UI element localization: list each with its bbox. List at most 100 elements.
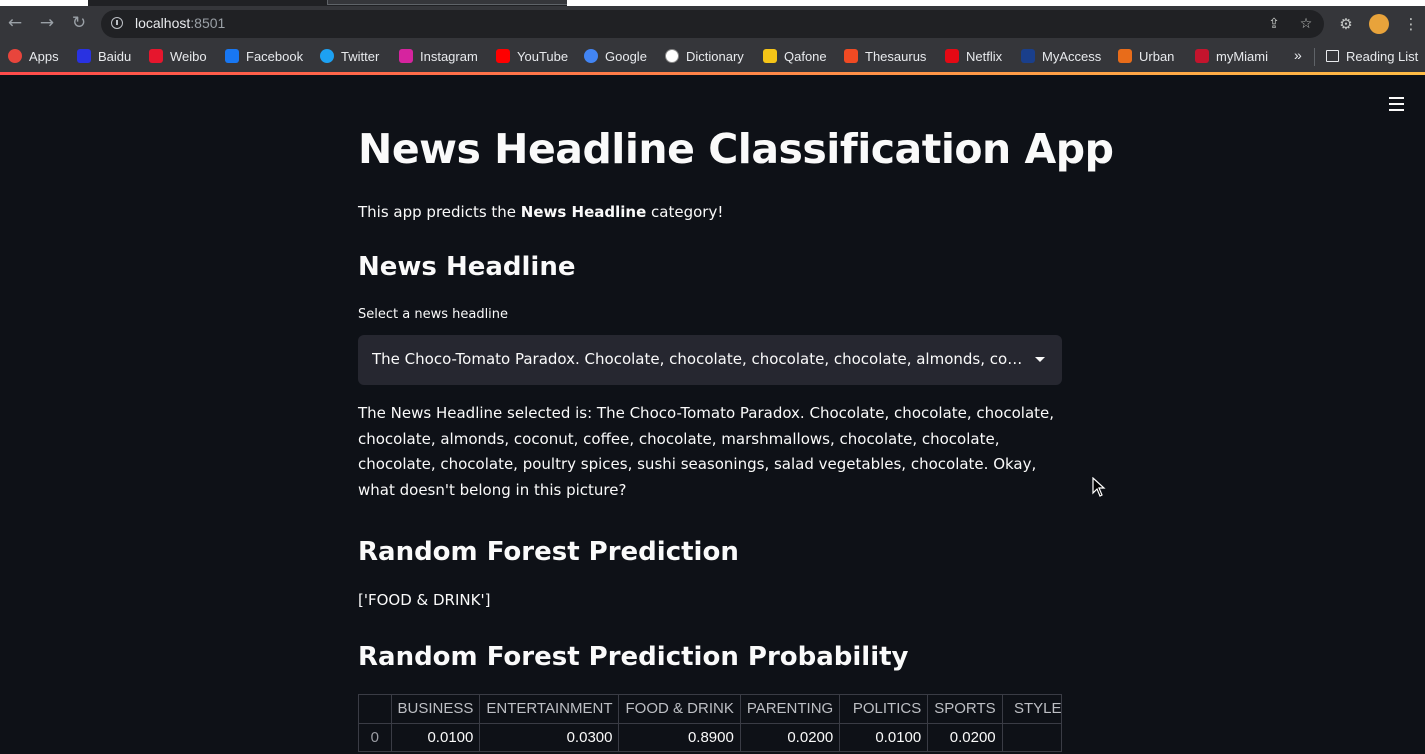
thesaurus-icon: [844, 49, 858, 63]
selected-headline-text: The News Headline selected is: The Choco…: [358, 404, 1055, 499]
url-port: :8501: [190, 15, 226, 31]
table-header-cell[interactable]: BUSINESS: [391, 695, 481, 724]
table-header-cell[interactable]: FOOD & DRINK: [618, 695, 741, 724]
browser-toolbar: ← → ↻ localhost:8501 ⇪ ☆ ⚙ ⋮: [0, 6, 1425, 42]
section-heading-probability: Random Forest Prediction Probability: [358, 642, 909, 672]
bookmark-baidu[interactable]: Baidu: [77, 42, 131, 70]
url-host: localhost: [135, 15, 191, 31]
bookmark-youtube[interactable]: YouTube: [496, 42, 568, 70]
weibo-icon: [149, 49, 163, 63]
probability-table[interactable]: BUSINESS ENTERTAINMENT FOOD & DRINK PARENTI…: [358, 694, 1062, 752]
bookmark-star-icon[interactable]: ☆: [1297, 15, 1315, 33]
netflix-icon: [945, 49, 959, 63]
bookmark-label: MyAccess: [1042, 48, 1102, 64]
forward-icon[interactable]: →: [36, 12, 58, 34]
bookmark-label: Dictionary: [686, 48, 744, 64]
bookmark-label: Twitter: [341, 48, 380, 64]
bookmark-label: Apps: [29, 48, 59, 64]
bookmark-label: Baidu: [98, 48, 132, 64]
urban-icon: [1118, 49, 1132, 63]
bookmark-google[interactable]: Google: [584, 42, 647, 70]
row-index-cell[interactable]: 0: [359, 723, 392, 751]
table-cell[interactable]: 0.8900: [618, 723, 741, 751]
reload-icon[interactable]: ↻: [68, 12, 90, 34]
headline-select-value: The Choco-Tomato Paradox. Chocolate, cho…: [372, 350, 1024, 368]
baidu-icon: [77, 49, 91, 63]
table-row: 0 0.0100 0.0300 0.8900 0.0200 0.0100 0.0200: [359, 723, 1061, 751]
url-text: localhost:8501: [135, 15, 225, 31]
bookmark-dictionary[interactable]: Dictionary: [665, 42, 744, 70]
table-header-cell[interactable]: SPORTS: [927, 695, 1003, 724]
dictionary-icon: [665, 49, 679, 63]
bookmark-urban[interactable]: Urban: [1118, 42, 1174, 70]
youtube-icon: [496, 49, 510, 63]
table-cell[interactable]: 0.0200: [927, 723, 1003, 751]
bookmark-instagram[interactable]: Instagram: [399, 42, 478, 70]
back-icon[interactable]: ←: [4, 12, 26, 34]
bookmark-weibo[interactable]: Weibo: [149, 42, 207, 70]
google-icon: [584, 49, 598, 63]
bookmark-label: Google: [605, 48, 647, 64]
table-header-cell[interactable]: POLITICS: [839, 695, 929, 724]
bookmark-label: myMiami: [1216, 48, 1268, 64]
section-heading-news-headline: News Headline: [358, 252, 576, 282]
bookmarks-bar: » Reading List Apps Baidu Weibo Facebook Twi…: [0, 42, 1425, 72]
select-label: Select a news headline: [358, 307, 509, 322]
table-header-cell[interactable]: PARENTING: [740, 695, 841, 724]
bookmark-facebook[interactable]: Facebook: [225, 42, 303, 70]
reading-list-label: Reading List: [1346, 48, 1419, 64]
table-cell[interactable]: [1002, 723, 1061, 751]
desc-suffix: category!: [646, 203, 724, 221]
table-header-cell[interactable]: STYLE &: [1002, 695, 1061, 724]
profile-avatar[interactable]: [1369, 14, 1389, 34]
bookmarks-overflow-icon[interactable]: »: [1294, 47, 1302, 63]
table-header-cell[interactable]: [359, 695, 392, 724]
extensions-puzzle-icon[interactable]: ⚙: [1336, 14, 1356, 34]
bookmark-label: Netflix: [966, 48, 1003, 64]
tab-active[interactable]: [327, 0, 569, 5]
headline-select[interactable]: The Choco-Tomato Paradox. Chocolate, cho…: [358, 335, 1062, 385]
desc-prefix: This app predicts the: [358, 203, 521, 221]
section-heading-prediction: Random Forest Prediction: [358, 537, 739, 567]
bookmark-label: Weibo: [170, 48, 207, 64]
instagram-icon: [399, 49, 413, 63]
site-info-icon[interactable]: [111, 17, 123, 29]
bookmarks-divider: [1314, 48, 1315, 66]
apps-grid-icon: [8, 49, 22, 63]
app-viewport: News Headline Classification App This ap…: [0, 75, 1425, 754]
share-icon[interactable]: ⇪: [1265, 15, 1283, 33]
chevron-down-icon[interactable]: [1035, 357, 1045, 362]
reading-list-button[interactable]: Reading List: [1326, 42, 1418, 70]
bookmark-thesaurus[interactable]: Thesaurus: [844, 42, 926, 70]
bookmark-netflix[interactable]: Netflix: [945, 42, 1002, 70]
bookmark-twitter[interactable]: Twitter: [320, 42, 379, 70]
mymiami-icon: [1195, 49, 1209, 63]
address-bar[interactable]: localhost:8501 ⇪ ☆: [101, 10, 1324, 38]
bookmark-mymiami[interactable]: myMiami: [1195, 42, 1268, 70]
prediction-result: ['FOOD & DRINK']: [358, 591, 491, 609]
bookmark-apps[interactable]: Apps: [8, 42, 59, 70]
bookmark-label: Qafone: [784, 48, 827, 64]
bookmark-label: Thesaurus: [865, 48, 927, 64]
bookmark-myaccess[interactable]: MyAccess: [1021, 42, 1101, 70]
bookmark-label: Urban: [1139, 48, 1175, 64]
facebook-icon: [225, 49, 239, 63]
myaccess-icon: [1021, 49, 1035, 63]
reading-list-icon: [1326, 50, 1339, 62]
table-cell[interactable]: 0.0200: [740, 723, 841, 751]
table-header-cell[interactable]: ENTERTAINMENT: [479, 695, 620, 724]
bookmark-label: Instagram: [420, 48, 478, 64]
browser-menu-icon[interactable]: ⋮: [1401, 14, 1421, 34]
table-cell[interactable]: 0.0100: [391, 723, 481, 751]
desc-bold: News Headline: [520, 203, 647, 221]
table-header-row: BUSINESS ENTERTAINMENT FOOD & DRINK PARENTI…: [359, 695, 1061, 724]
bookmark-label: Facebook: [246, 48, 304, 64]
qafone-icon: [763, 49, 777, 63]
table-cell[interactable]: 0.0300: [479, 723, 620, 751]
bookmark-label: YouTube: [517, 48, 569, 64]
hamburger-menu-icon[interactable]: [1389, 97, 1404, 111]
table-cell[interactable]: 0.0100: [839, 723, 929, 751]
twitter-icon: [320, 49, 334, 63]
bookmark-qafone[interactable]: Qafone: [763, 42, 827, 70]
page-title: News Headline Classification App: [358, 125, 1114, 173]
